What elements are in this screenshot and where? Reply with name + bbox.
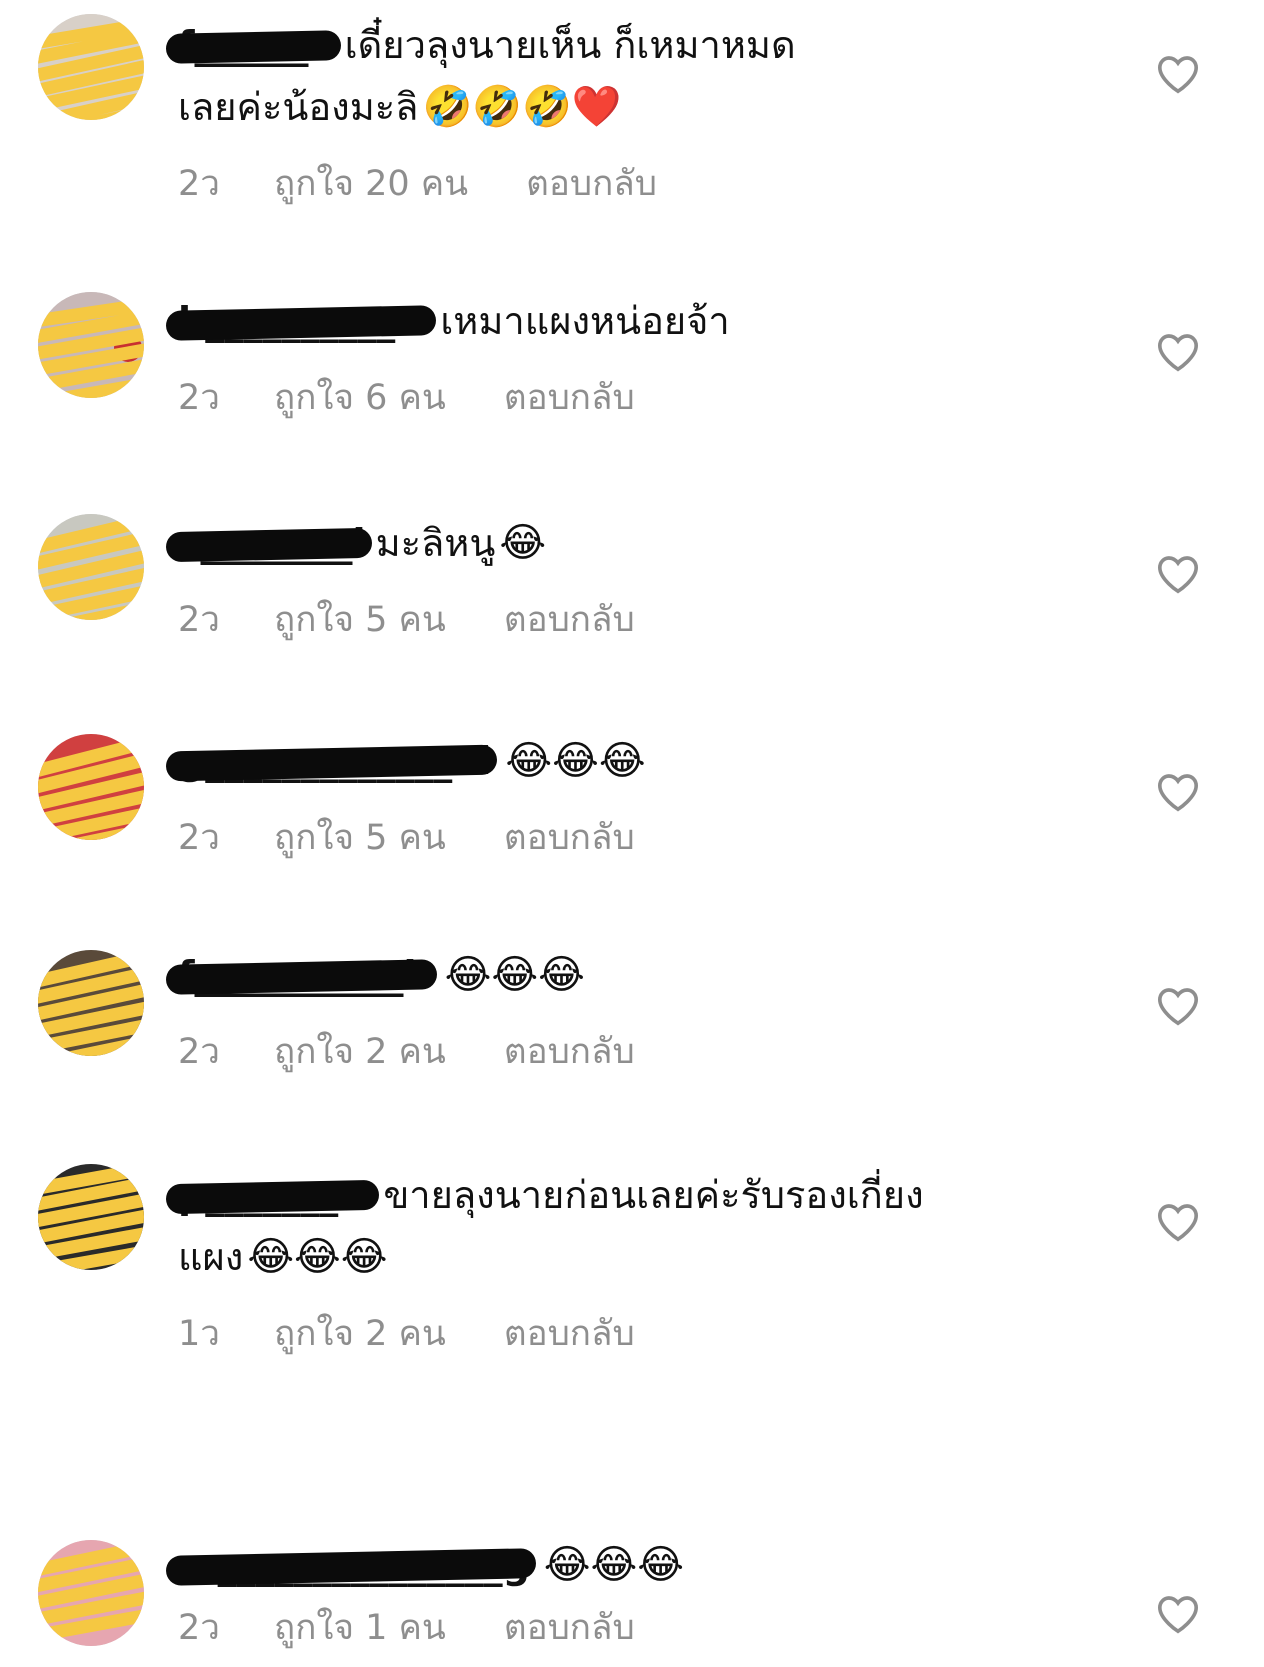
redaction-mark: [165, 959, 437, 995]
emoji: 😂: [499, 520, 547, 566]
comment-text-line: b__________wเหมาแผงหน่อยจ้า: [165, 290, 1078, 352]
comment-meta: 1ว ถูกใจ 2 คน ตอบกลับ: [178, 1306, 1078, 1361]
reply-button[interactable]: ตอบกลับ: [504, 810, 635, 865]
comment-body: b__________wเหมาแผงหน่อยจ้า 2ว ถูกใจ 6 คน…: [165, 290, 1078, 425]
comment-meta: 2ว ถูกใจ 5 คน ตอบกลับ: [178, 592, 1078, 647]
comment-text-line: c________lมะลิหนู😂: [165, 512, 1078, 574]
comment-meta: 2ว ถูกใจ 5 คน ตอบกลับ: [178, 810, 1078, 865]
comment-meta: 2ว ถูกใจ 20 คน ตอบกลับ: [178, 156, 1078, 211]
likes-count-link[interactable]: ถูกใจ 20 คน: [274, 156, 468, 211]
avatar[interactable]: [38, 950, 144, 1056]
comment-meta: 2ว ถูกใจ 6 คน ตอบกลับ: [178, 370, 1078, 425]
emoji: 🤣🤣🤣❤️: [422, 84, 622, 130]
username[interactable]: m_______________g: [165, 1534, 537, 1596]
likes-count-link[interactable]: ถูกใจ 6 คน: [274, 370, 446, 425]
redaction-mark: [165, 527, 372, 563]
heart-icon[interactable]: [1156, 332, 1200, 372]
comment-text-line: m_______________g😂😂😂: [165, 1534, 1078, 1596]
reply-button[interactable]: ตอบกลับ: [526, 156, 657, 211]
comment-age: 2ว: [178, 1608, 220, 1648]
username[interactable]: p_______w: [165, 1164, 380, 1226]
avatar-image: [38, 734, 144, 840]
emoji: 😂😂😂: [505, 738, 646, 784]
comment-text: เหมาแผงหน่อยจ้า: [440, 299, 730, 343]
avatar[interactable]: [38, 514, 144, 620]
username[interactable]: c________l: [165, 512, 372, 574]
comment-age: 2ว: [178, 1032, 220, 1072]
comment-text: เลยค่ะน้องมะลิ: [178, 85, 419, 129]
comment-age: 1ว: [178, 1314, 220, 1354]
comment-text-line: p_______wขายลุงนายก่อนเลยค่ะรับรองเกี่ยง: [165, 1164, 1078, 1226]
avatar-image: [38, 950, 144, 1056]
heart-icon[interactable]: [1156, 554, 1200, 594]
avatar[interactable]: [38, 292, 144, 398]
comment-age: 2ว: [178, 164, 220, 204]
comment-body: g_____________oi😂😂😂 2ว ถูกใจ 5 คน ตอบกลับ: [165, 730, 1078, 865]
username[interactable]: f______o: [165, 14, 341, 76]
comment-text: เดี๋ยวลุงนายเห็น ก็เหมาหมด: [344, 23, 796, 67]
avatar-image: [38, 1164, 144, 1270]
reply-button[interactable]: ตอบกลับ: [504, 1024, 635, 1079]
comment-text-line: แผง 😂😂😂: [178, 1226, 1078, 1288]
emoji: 😂😂😂: [444, 952, 585, 998]
heart-icon[interactable]: [1156, 1594, 1200, 1634]
username[interactable]: b__________w: [165, 290, 437, 352]
avatar[interactable]: [38, 1164, 144, 1270]
emoji: 😂😂😂: [543, 1542, 685, 1588]
comment-body: m_______________g😂😂😂 2ว ถูกใจ 1 คน ตอบกลับ: [165, 1534, 1078, 1655]
comment-age: 2ว: [178, 378, 220, 418]
likes-count-link[interactable]: ถูกใจ 2 คน: [274, 1306, 446, 1361]
emoji: 😂😂😂: [247, 1234, 388, 1280]
likes-count-link[interactable]: ถูกใจ 1 คน: [274, 1600, 446, 1655]
avatar-image: [38, 514, 144, 620]
reply-button[interactable]: ตอบกลับ: [504, 370, 635, 425]
comment-body: p_______wขายลุงนายก่อนเลยค่ะรับรองเกี่ยง…: [165, 1164, 1078, 1361]
avatar-image: [38, 1540, 144, 1646]
comment-body: f___________h😂😂😂 2ว ถูกใจ 2 คน ตอบกลับ: [165, 944, 1078, 1079]
likes-count-link[interactable]: ถูกใจ 2 คน: [274, 1024, 446, 1079]
reply-button[interactable]: ตอบกลับ: [504, 592, 635, 647]
comment-age: 2ว: [178, 600, 220, 640]
comment-body: f______oเดี๋ยวลุงนายเห็น ก็เหมาหมด เลยค่…: [165, 14, 1078, 211]
reply-button[interactable]: ตอบกลับ: [504, 1306, 635, 1361]
avatar[interactable]: [38, 1540, 144, 1646]
comment-text-line: f___________h😂😂😂: [165, 944, 1078, 1006]
heart-icon[interactable]: [1156, 986, 1200, 1026]
comment-meta: 2ว ถูกใจ 2 คน ตอบกลับ: [178, 1024, 1078, 1079]
likes-count-link[interactable]: ถูกใจ 5 คน: [274, 592, 446, 647]
avatar[interactable]: [38, 734, 144, 840]
heart-icon[interactable]: [1156, 1202, 1200, 1242]
comment-text: ขายลุงนายก่อนเลยค่ะรับรองเกี่ยง: [383, 1173, 924, 1217]
likes-count-link[interactable]: ถูกใจ 5 คน: [274, 810, 446, 865]
comment-body: c________lมะลิหนู😂 2ว ถูกใจ 5 คน ตอบกลับ: [165, 512, 1078, 647]
avatar[interactable]: [38, 14, 144, 120]
comment-text-line: เลยค่ะน้องมะลิ 🤣🤣🤣❤️: [178, 76, 1078, 138]
redaction-mark: [165, 305, 437, 341]
comment-text-line: g_____________oi😂😂😂: [165, 730, 1078, 792]
comment-meta: 2ว ถูกใจ 1 คน ตอบกลับ: [178, 1600, 1078, 1655]
heart-icon[interactable]: [1156, 772, 1200, 812]
avatar-image: [38, 14, 144, 120]
username[interactable]: g_____________oi: [165, 730, 498, 792]
heart-icon[interactable]: [1156, 54, 1200, 94]
username[interactable]: f___________h: [165, 944, 437, 1006]
comment-text: แผง: [178, 1235, 244, 1279]
comment-text: มะลิหนู: [375, 521, 496, 565]
redaction-mark: [165, 1179, 380, 1215]
reply-button[interactable]: ตอบกลับ: [504, 1600, 635, 1655]
comment-age: 2ว: [178, 818, 220, 858]
redaction-mark: [165, 30, 341, 64]
avatar-image: [38, 292, 144, 398]
comment-text-line: f______oเดี๋ยวลุงนายเห็น ก็เหมาหมด: [165, 14, 1078, 76]
